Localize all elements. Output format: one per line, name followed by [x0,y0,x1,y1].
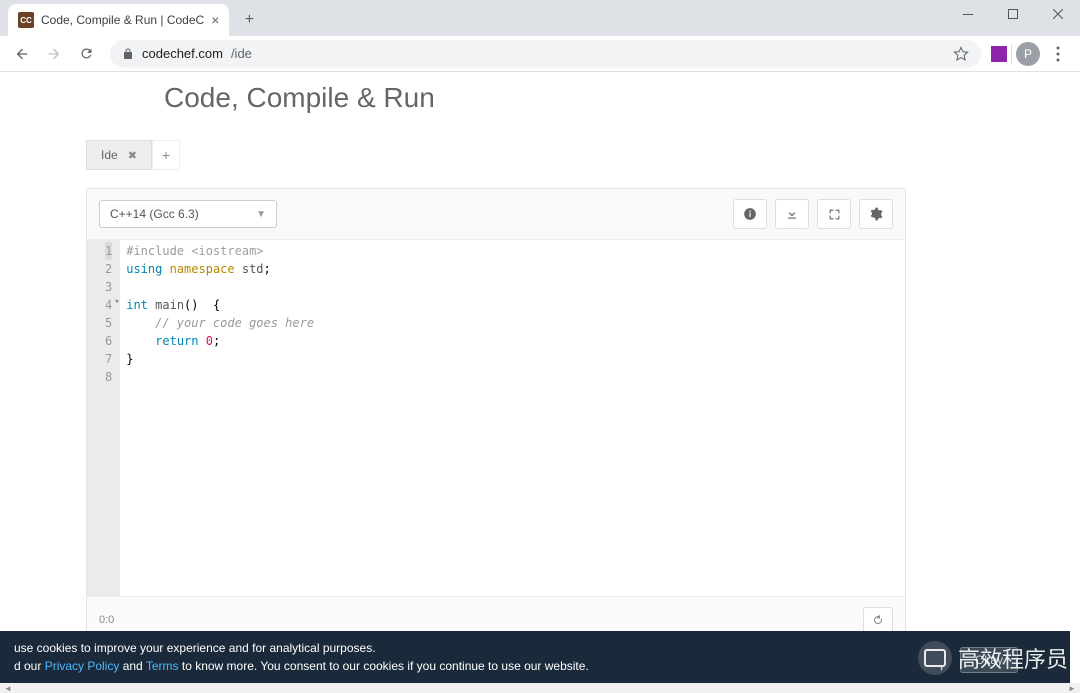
new-tab-button[interactable]: + [235,6,263,34]
profile-avatar[interactable]: P [1016,42,1040,66]
ide-tab-close-icon[interactable]: ✖ [128,149,137,162]
lock-icon [122,47,134,61]
wechat-icon [918,641,952,675]
back-button[interactable] [8,40,36,68]
line-gutter: 12345678 [87,240,120,596]
toolbar-divider [1011,44,1012,64]
refresh-button[interactable] [863,607,893,633]
ide-tab-add-button[interactable]: + [152,140,180,170]
favicon-icon: CC [18,12,34,28]
download-button[interactable] [775,199,809,229]
info-button[interactable] [733,199,767,229]
code-content[interactable]: #include <iostream> using namespace std;… [120,240,905,596]
caret-down-icon: ▼ [256,209,266,220]
horizontal-scrollbar[interactable]: ◄ ► [0,683,1080,693]
language-select[interactable]: C++14 (Gcc 6.3) ▼ [99,200,277,228]
forward-button[interactable] [40,40,68,68]
privacy-policy-link[interactable]: Privacy Policy [45,659,120,673]
browser-tab-strip: CC Code, Compile & Run | CodeC × + [0,0,1080,36]
window-minimize[interactable] [945,0,990,28]
cookie-banner: use cookies to improve your experience a… [0,631,1070,683]
browser-menu-button[interactable] [1044,40,1072,68]
tab-title: Code, Compile & Run | CodeC [41,13,204,27]
scroll-left-icon[interactable]: ◄ [0,683,16,693]
cursor-position: 0:0 [99,614,114,626]
browser-toolbar: codechef.com/ide P [0,36,1080,72]
ide-tab-active[interactable]: Ide ✖ [86,140,152,170]
tab-close-icon[interactable]: × [211,12,219,28]
url-host: codechef.com [142,46,223,61]
address-bar[interactable]: codechef.com/ide [110,40,981,68]
watermark-text: 高效程序员 [958,642,1068,674]
page-scroll[interactable]: Code, Compile & Run Ide ✖ + C++14 (Gcc 6… [0,72,1070,683]
url-path: /ide [231,46,252,61]
watermark: 高效程序员 [918,641,1068,675]
reload-button[interactable] [72,40,100,68]
window-maximize[interactable] [990,0,1035,28]
bookmark-star-icon[interactable] [953,46,969,62]
settings-button[interactable] [859,199,893,229]
cookie-text-1: use cookies to improve your experience a… [14,639,1056,657]
page-title: Code, Compile & Run [164,82,906,114]
window-close[interactable] [1035,0,1080,28]
fullscreen-button[interactable] [817,199,851,229]
terms-link[interactable]: Terms [146,659,179,673]
extension-icon[interactable] [991,46,1007,62]
browser-tab-active[interactable]: CC Code, Compile & Run | CodeC × [8,4,229,36]
scroll-right-icon[interactable]: ► [1064,683,1080,693]
language-label: C++14 (Gcc 6.3) [110,207,199,221]
ide-tabs: Ide ✖ + [86,140,906,170]
ide-tab-label: Ide [101,148,118,162]
ide-toolbar: C++14 (Gcc 6.3) ▼ [87,189,905,240]
ide-container: C++14 (Gcc 6.3) ▼ [86,188,906,644]
code-editor[interactable]: 12345678 #include <iostream> using names… [87,240,905,596]
